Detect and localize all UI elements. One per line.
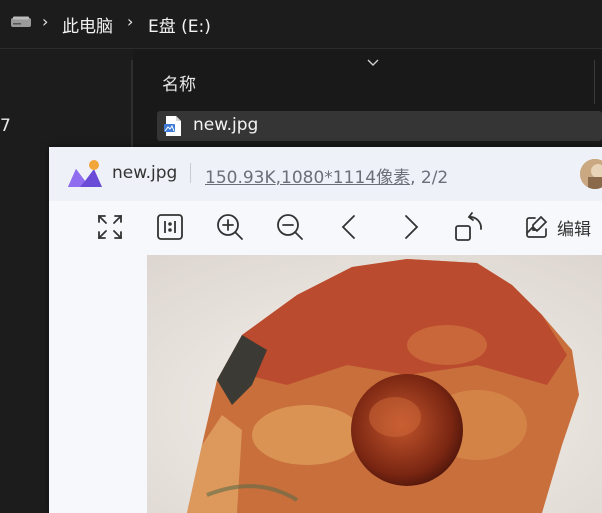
- drive-icon: [11, 16, 31, 27]
- file-list-row[interactable]: new.jpg: [157, 111, 602, 141]
- edit-icon: [526, 215, 548, 238]
- app-logo-icon: [68, 160, 102, 187]
- displayed-photo: [147, 255, 602, 513]
- chevron-right-icon[interactable]: [394, 211, 426, 243]
- breadcrumb-this-pc[interactable]: 此电脑: [62, 12, 113, 37]
- image-file-icon: [164, 116, 181, 136]
- chevron-right-icon: ›: [42, 12, 49, 31]
- zoom-in-icon[interactable]: [214, 211, 246, 243]
- rotate-icon[interactable]: [453, 211, 485, 243]
- column-header-name[interactable]: 名称: [162, 70, 196, 95]
- image-index: , 2/2: [410, 168, 449, 188]
- column-divider[interactable]: [594, 60, 595, 104]
- image-viewer-window[interactable]: new.jpg 150.93K,1080*1114像素, 2/2 编辑: [49, 147, 602, 513]
- chevron-right-icon: ›: [127, 12, 134, 31]
- nav-item-partial[interactable]: 7: [0, 116, 11, 136]
- viewer-filename: new.jpg: [112, 163, 178, 183]
- edit-label: 编辑: [557, 220, 591, 240]
- actual-size-icon[interactable]: [154, 211, 186, 243]
- edit-button[interactable]: 编辑: [523, 213, 591, 241]
- viewer-title-bar[interactable]: new.jpg 150.93K,1080*1114像素, 2/2: [49, 147, 602, 201]
- chevron-down-icon[interactable]: [366, 58, 380, 68]
- expand-icon[interactable]: [94, 211, 126, 243]
- file-name: new.jpg: [193, 115, 259, 135]
- viewer-toolbar: 编辑: [49, 201, 602, 253]
- file-size[interactable]: 150.93K: [205, 168, 276, 188]
- breadcrumb-drive-e[interactable]: E盘 (E:): [148, 12, 211, 37]
- image-dimensions[interactable]: ,1080*1114像素: [276, 168, 410, 188]
- zoom-out-icon[interactable]: [274, 211, 306, 243]
- image-canvas[interactable]: [147, 255, 602, 513]
- address-bar[interactable]: › 此电脑 › E盘 (E:): [0, 0, 602, 49]
- chevron-left-icon[interactable]: [334, 211, 366, 243]
- image-info: 150.93K,1080*1114像素, 2/2: [205, 163, 448, 188]
- title-separator: [190, 163, 191, 183]
- avatar[interactable]: [580, 159, 602, 189]
